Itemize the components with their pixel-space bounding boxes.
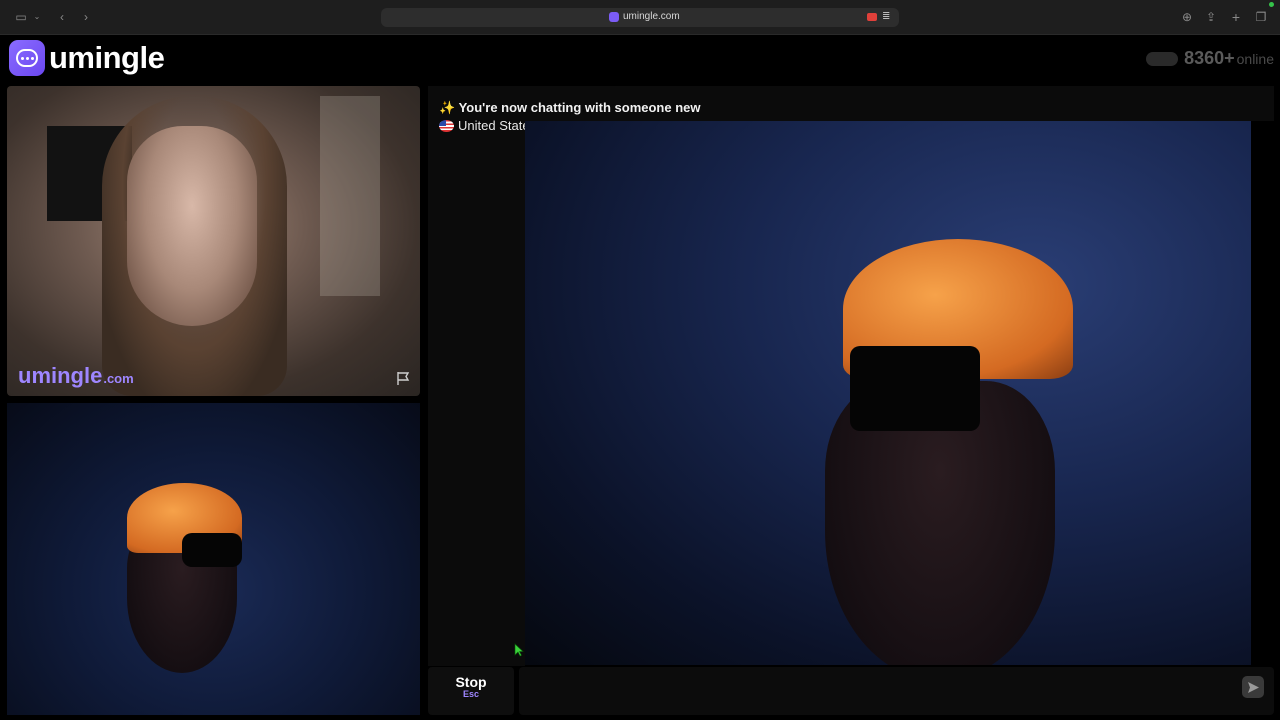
video-watermark: umingle .com [18,363,134,389]
watermark-main: umingle [18,363,103,388]
stop-label: Stop [455,674,487,690]
downloads-icon[interactable]: ⊕ [1180,10,1194,24]
address-bar[interactable]: umingle.com ≣ [381,8,899,27]
notice-text: You're now chatting with someone new [458,100,701,115]
watermark-tld: .com [103,371,134,386]
self-video [7,403,420,715]
reader-icon[interactable]: ≣ [882,11,890,22]
online-label: online [1236,51,1274,67]
stop-shortcut: Esc [462,689,479,699]
message-input[interactable] [519,667,1274,715]
site-favicon-icon [609,12,619,22]
stranger-country: United State [439,118,530,133]
online-toggle [1146,51,1179,66]
person-face [127,126,257,326]
person-sunglasses [850,346,980,431]
address-url: umingle.com [623,11,680,22]
send-button[interactable] [1242,676,1264,698]
tab-overview-icon[interactable]: ❐ [1254,10,1268,24]
chat-bubble-icon [9,40,45,76]
main-video [525,121,1251,665]
recording-indicator [1269,2,1274,7]
camera-in-use-icon[interactable] [867,13,877,21]
send-icon [1247,681,1259,693]
chat-notice: ✨ You're now chatting with someone new [439,100,701,116]
back-icon[interactable]: ‹ [55,10,69,24]
stop-button[interactable]: Stop Esc [428,667,514,715]
report-flag-icon[interactable] [395,370,411,386]
online-counter: 8360+ online [1146,48,1274,69]
chevron-down-icon[interactable]: ⌄ [30,10,44,24]
new-tab-icon[interactable]: + [1229,10,1243,24]
sparkles-icon: ✨ [439,100,456,115]
chat-panel [428,86,525,666]
person-sunglasses [182,533,242,567]
online-count: 8360+ [1184,48,1235,68]
stranger-video: umingle .com [7,86,420,396]
forward-icon[interactable]: › [79,10,93,24]
logo-text: umingle [49,40,165,75]
mouse-cursor-icon [514,643,524,657]
sidebar-toggle-icon[interactable]: ▭ [14,10,28,24]
browser-toolbar: ▭ ⌄ ‹ › umingle.com ≣ ⊕ ⇪ + ❐ [0,0,1280,35]
site-logo[interactable]: umingle [9,40,165,76]
us-flag-icon [439,119,454,132]
country-name: United State [458,118,530,133]
share-icon[interactable]: ⇪ [1204,10,1218,24]
background-door [320,96,380,296]
